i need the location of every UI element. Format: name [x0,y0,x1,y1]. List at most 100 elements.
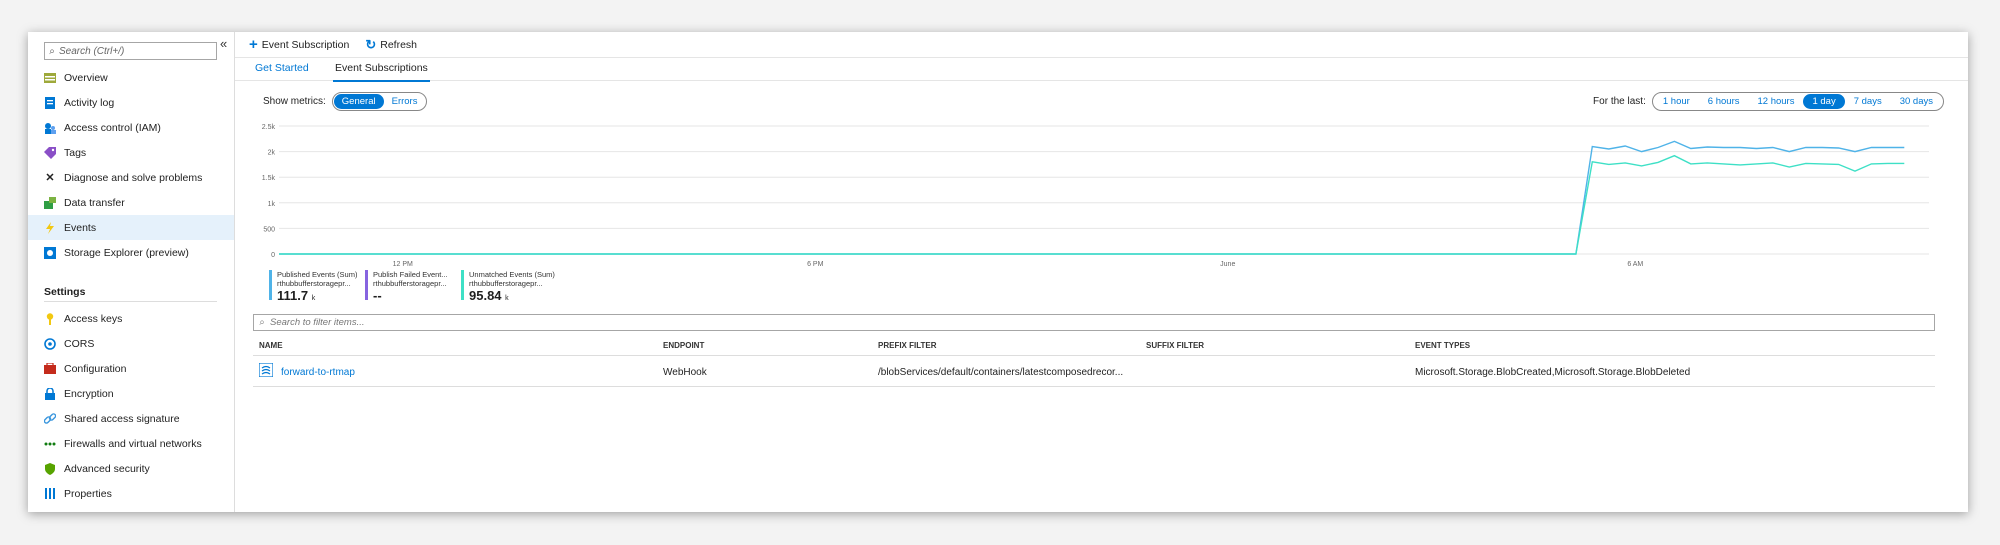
legend-color-swatch [461,270,464,300]
legend-value: -- [373,288,382,303]
sidebar: ⌕ Search (Ctrl+/) « Overview Activity lo… [28,32,235,512]
column-header-event-types[interactable]: EVENT TYPES [1415,341,1470,350]
wrench-icon: ✕ [45,172,55,184]
sidebar-item-label: Storage Explorer (preview) [64,246,189,259]
x-tick-label: 6 AM [1627,261,1643,268]
main-content: + Event Subscription ↻ Refresh Get Start… [235,32,1968,512]
event-types-cell: Microsoft.Storage.BlobCreated,Microsoft.… [1415,367,1691,378]
refresh-button[interactable]: ↻ Refresh [365,38,417,51]
sidebar-item-firewalls[interactable]: Firewalls and virtual networks [28,431,234,456]
sidebar-item-tags[interactable]: Tags [28,140,234,165]
legend-published-events[interactable]: Published Events (Sum) rthubbufferstorag… [269,270,357,303]
sidebar-search-placeholder: Search (Ctrl+/) [59,45,125,57]
legend-publish-failed-events[interactable]: Publish Failed Event... rthubbufferstora… [365,270,448,303]
sidebar-item-advanced-security[interactable]: Advanced security [28,456,234,481]
legend-title: Publish Failed Event... [373,270,448,279]
sidebar-search-input[interactable]: ⌕ Search (Ctrl+/) [44,42,217,60]
plus-icon: + [249,36,258,53]
range-option-7-days[interactable]: 7 days [1845,94,1891,109]
sidebar-item-label: Tags [64,146,87,159]
sidebar-item-label: Advanced security [64,462,150,475]
sidebar-item-label: Data transfer [64,196,125,209]
sidebar-item-access-control[interactable]: Access control (IAM) [28,115,234,140]
event-grid-icon [258,362,274,380]
metrics-option-errors[interactable]: Errors [384,94,426,109]
sidebar-item-label: Shared access signature [64,412,180,425]
sidebar-item-configuration[interactable]: Configuration [28,356,234,381]
sidebar-item-access-keys[interactable]: Access keys [28,306,234,331]
tab-get-started[interactable]: Get Started [255,62,309,80]
x-tick-label: 12 PM [393,261,413,268]
legend-subtitle: rthubbufferstoragepr... [373,279,447,288]
y-tick-label: 2.5k [262,124,276,131]
y-tick-label: 2k [268,150,276,157]
storage-explorer-icon [44,246,56,259]
sidebar-item-encryption[interactable]: Encryption [28,381,234,406]
add-event-subscription-button[interactable]: + Event Subscription [249,37,349,52]
metrics-option-general[interactable]: General [333,94,384,109]
legend-title: Published Events (Sum) [277,270,358,279]
events-line-chart: 2.5k 2k 1.5k 1k 500 0 12 PM 6 PM June 6 AM [262,124,1929,268]
legend-color-swatch [269,270,272,300]
sidebar-item-sas[interactable]: Shared access signature [28,406,234,431]
sidebar-item-diagnose[interactable]: ✕ Diagnose and solve problems [28,165,234,190]
sidebar-item-label: Events [64,221,97,234]
shield-icon [44,462,56,475]
prefix-filter-cell: /blobServices/default/containers/latestc… [878,367,1124,378]
sidebar-item-storage-explorer[interactable]: Storage Explorer (preview) [28,240,234,265]
column-header-prefix-filter[interactable]: PREFIX FILTER [878,341,937,350]
legend-unmatched-events[interactable]: Unmatched Events (Sum) rthubbufferstorag… [461,270,555,303]
refresh-icon: ↻ [365,37,377,52]
sidebar-item-label: Encryption [64,387,114,400]
key-icon [44,312,56,325]
y-tick-label: 0 [271,252,275,259]
range-option-6-hours[interactable]: 6 hours [1699,94,1749,109]
link-icon [44,412,56,425]
sidebar-item-label: Overview [64,71,108,84]
tag-icon [44,146,56,159]
range-option-12-hours[interactable]: 12 hours [1748,94,1803,109]
legend-title: Unmatched Events (Sum) [469,270,555,279]
legend-subtitle: rthubbufferstoragepr... [277,279,351,288]
subscriptions-table: NAME ENDPOINT PREFIX FILTER SUFFIX FILTE… [253,337,1935,387]
sidebar-item-label: Configuration [64,362,127,375]
x-tick-label: June [1220,261,1235,268]
sidebar-item-properties[interactable]: Properties [28,481,234,506]
sidebar-item-activity-log[interactable]: Activity log [28,90,234,115]
column-header-suffix-filter[interactable]: SUFFIX FILTER [1146,341,1204,350]
search-icon: ⌕ [49,45,55,57]
sidebar-item-label: Access control (IAM) [64,121,161,134]
tab-bar: Get Started Event Subscriptions [235,58,1968,82]
range-option-30-days[interactable]: 30 days [1891,94,1942,109]
iam-icon [44,122,56,134]
sidebar-item-label: Activity log [64,96,115,109]
legend-subtitle: rthubbufferstoragepr... [469,279,543,288]
filter-items-input[interactable]: ⌕ Search to filter items... [253,314,1935,331]
sidebar-item-label: Properties [64,487,112,500]
time-range-label: For the last: [1593,96,1646,107]
y-tick-label: 1k [268,201,276,208]
time-range: For the last: 1 hour 6 hours 12 hours 1 … [1593,92,1944,111]
divider [44,301,217,302]
collapse-sidebar-button[interactable]: « [220,36,227,51]
column-header-endpoint[interactable]: ENDPOINT [663,341,704,350]
legend-value: 95.84 [469,288,502,303]
y-tick-label: 500 [263,226,275,233]
sidebar-item-overview[interactable]: Overview [28,65,234,90]
table-row[interactable]: forward-to-rtmap WebHook /blobServices/d… [253,356,1935,387]
subscription-name-link[interactable]: forward-to-rtmap [281,367,355,378]
sidebar-item-events[interactable]: Events [28,215,234,240]
x-tick-label: 6 PM [807,261,824,268]
lock-icon [44,387,56,400]
refresh-label: Refresh [380,38,417,51]
range-option-1-day[interactable]: 1 day [1803,94,1845,109]
show-metrics: Show metrics: General Errors [263,92,428,111]
sidebar-item-cors[interactable]: CORS [28,331,234,356]
sidebar-item-label: Firewalls and virtual networks [64,437,202,450]
range-option-1-hour[interactable]: 1 hour [1654,94,1699,109]
sidebar-item-data-transfer[interactable]: Data transfer [28,190,234,215]
time-range-options: 1 hour 6 hours 12 hours 1 day 7 days 30 … [1651,92,1944,111]
tab-event-subscriptions[interactable]: Event Subscriptions [333,62,430,82]
column-header-name[interactable]: NAME [259,341,283,350]
activity-log-icon [44,96,56,109]
